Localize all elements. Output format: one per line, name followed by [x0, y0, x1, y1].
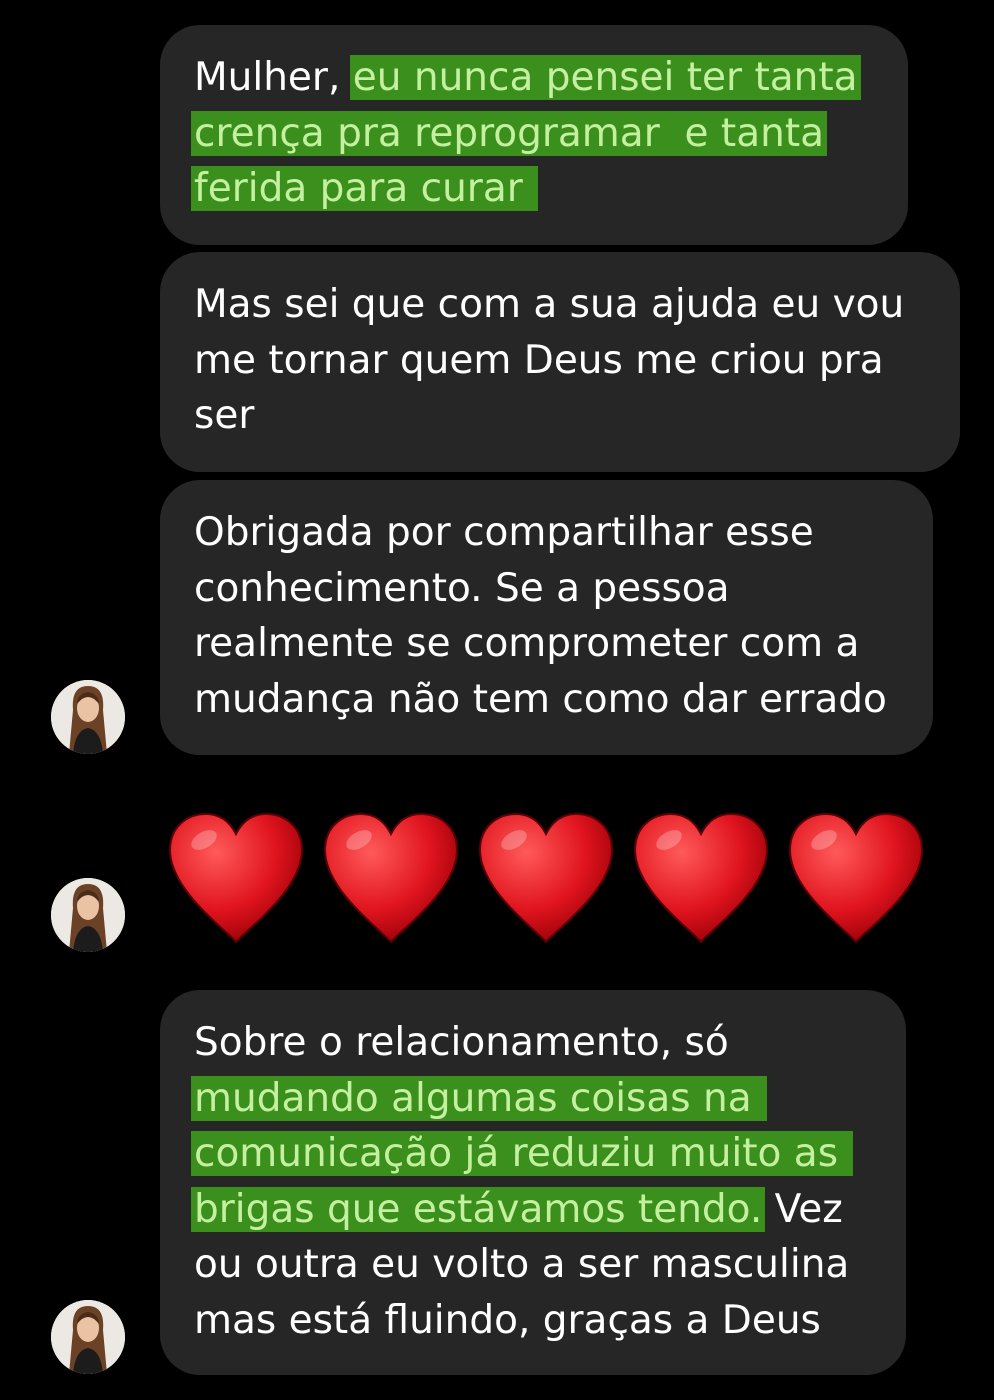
message-line: comunicação já reduziu muito as [191, 1126, 886, 1182]
message-line: ferida para curar [191, 161, 888, 217]
message-line: Obrigada por compartilhar esse [194, 505, 913, 561]
message-bubble: Mulher, eu nunca pensei ter tanta crença … [160, 25, 908, 245]
message-line: Mulher, eu nunca pensei ter tanta [194, 50, 888, 106]
message-line: ou outra eu volto a ser masculina [194, 1237, 886, 1293]
message-text: Mulher, [194, 55, 353, 100]
highlighted-text: ferida para curar [191, 166, 539, 211]
message-line: conhecimento. Se a pessoa [194, 561, 913, 617]
message-text: Sobre o relacionamento, só [194, 1020, 729, 1065]
heart-icon [478, 812, 614, 944]
message-line: Sobre o relacionamento, só [194, 1015, 886, 1071]
highlighted-text: comunicação já reduziu muito as [191, 1131, 854, 1176]
emoji-hearts-message [166, 810, 936, 950]
heart-icon [168, 812, 304, 944]
message-line: realmente se comprometer com a [194, 616, 913, 672]
message-line: me tornar quem Deus me criou pra [194, 333, 940, 389]
message-line: crença pra reprogramar e tanta [191, 106, 888, 162]
heart-icon [323, 812, 459, 944]
heart-icon [633, 812, 769, 944]
message-text: Mas sei que com a sua ajuda eu vou [194, 282, 905, 327]
message-text: mas está fluindo, graças a Deus [194, 1297, 821, 1343]
highlighted-text: mudando algumas coisas na [191, 1075, 767, 1121]
message-text: ser [194, 393, 255, 438]
message-line: mas está fluindo, graças a Deus [194, 1293, 886, 1349]
message-line: mudança não tem como dar errado [194, 672, 913, 728]
message-line: mudando algumas coisas na [191, 1071, 886, 1127]
message-text: realmente se comprometer com a [194, 621, 860, 666]
highlighted-text: eu nunca pensei ter tanta [349, 55, 861, 100]
message-line: ser [194, 388, 940, 444]
message-bubble: Sobre o relacionamento, só mudando alguma… [160, 990, 906, 1375]
highlighted-text: brigas que estávamos tendo. [191, 1186, 766, 1232]
avatar[interactable] [51, 878, 125, 952]
message-line: brigas que estávamos tendo. Vez [191, 1182, 886, 1238]
message-text: me tornar quem Deus me criou pra [194, 337, 884, 383]
message-bubble: Mas sei que com a sua ajuda eu vou me tor… [160, 252, 960, 472]
avatar[interactable] [51, 680, 125, 754]
message-text: mudança não tem como dar errado [194, 676, 887, 722]
avatar[interactable] [51, 1300, 125, 1374]
message-text: Obrigada por compartilhar esse [194, 510, 814, 555]
message-text: Vez [762, 1186, 843, 1232]
message-line: Mas sei que com a sua ajuda eu vou [194, 277, 940, 333]
message-text: ou outra eu volto a ser masculina [194, 1242, 850, 1287]
highlighted-text: crença pra reprogramar e tanta [191, 110, 828, 156]
message-text: conhecimento. Se a pessoa [194, 565, 730, 611]
heart-icon [788, 812, 924, 944]
message-bubble: Obrigada por compartilhar esse conhecimen… [160, 480, 933, 755]
